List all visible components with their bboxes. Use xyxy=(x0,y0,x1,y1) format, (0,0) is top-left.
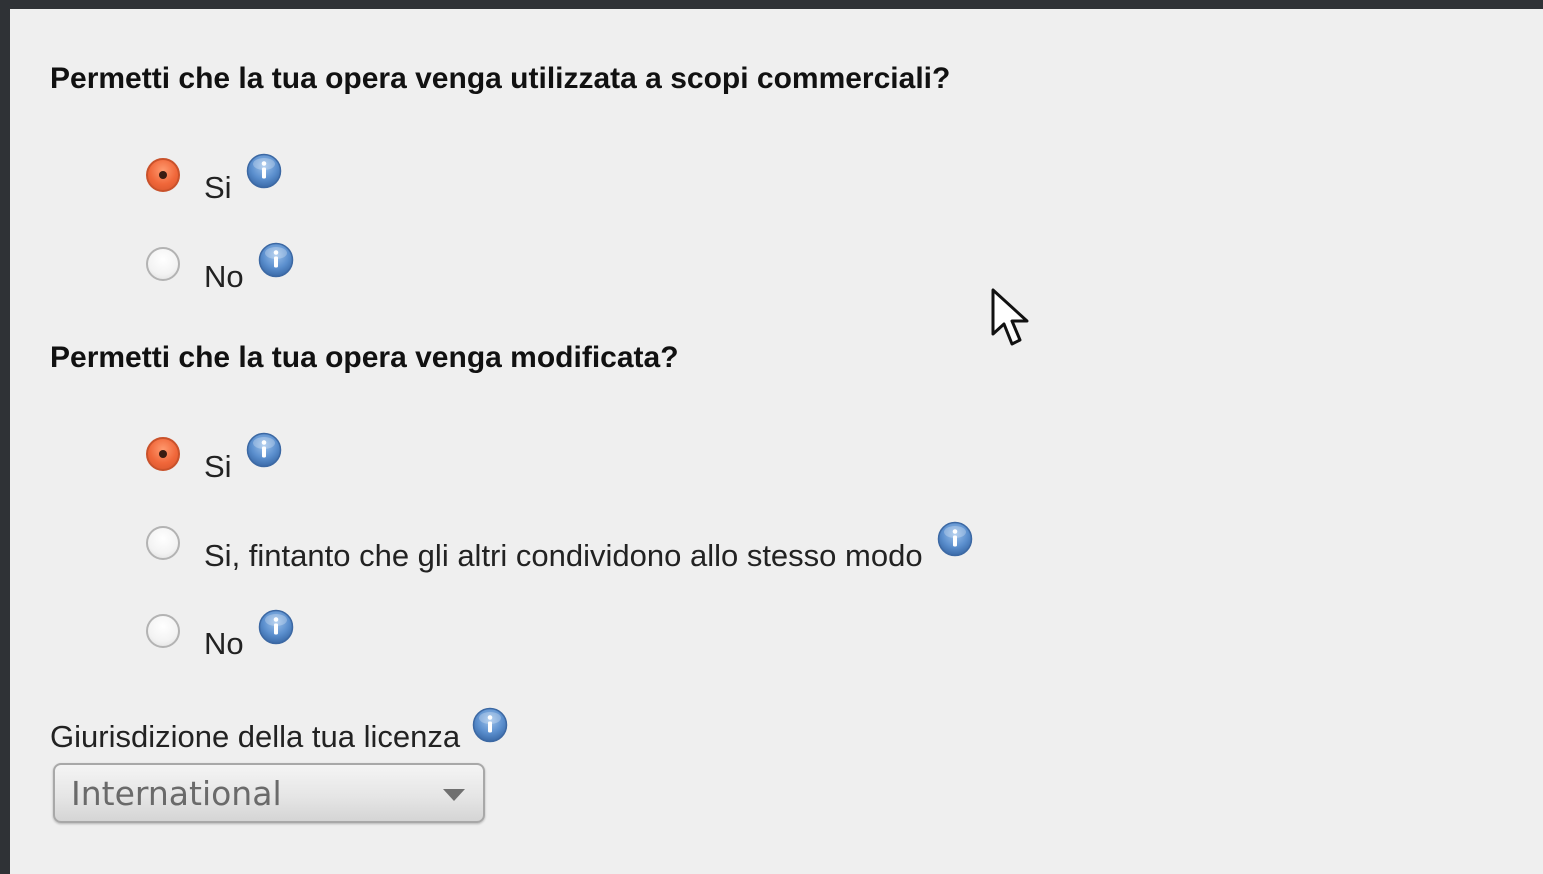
jurisdiction-select[interactable]: International xyxy=(53,763,485,823)
info-icon[interactable] xyxy=(258,242,294,278)
mouse-pointer-icon xyxy=(991,288,1029,346)
commercial-si-label[interactable]: Si xyxy=(204,166,232,210)
modify-option-si[interactable]: Si xyxy=(146,437,282,484)
commercial-use-question: Permetti che la tua opera venga utilizza… xyxy=(50,62,951,95)
info-icon[interactable] xyxy=(258,609,294,645)
modification-question: Permetti che la tua opera venga modifica… xyxy=(50,341,679,374)
commercial-no-radio[interactable] xyxy=(146,247,180,281)
modify-option-no[interactable]: No xyxy=(146,614,294,661)
commercial-option-no[interactable]: No xyxy=(146,247,294,294)
modify-no-radio[interactable] xyxy=(146,614,180,648)
info-icon[interactable] xyxy=(472,707,508,743)
commercial-option-si[interactable]: Si xyxy=(146,158,282,205)
modify-share-alike-radio[interactable] xyxy=(146,526,180,560)
jurisdiction-select-value[interactable]: International xyxy=(71,774,443,813)
modify-share-alike-label[interactable]: Si, fintanto che gli altri condividono a… xyxy=(204,534,923,578)
chevron-down-icon[interactable] xyxy=(443,789,465,801)
modify-si-radio[interactable] xyxy=(146,437,180,471)
info-icon[interactable] xyxy=(246,432,282,468)
modify-no-label[interactable]: No xyxy=(204,622,244,666)
modify-si-label[interactable]: Si xyxy=(204,445,232,489)
info-icon[interactable] xyxy=(937,521,973,557)
commercial-no-label[interactable]: No xyxy=(204,255,244,299)
jurisdiction-field: Giurisdizione della tua licenza xyxy=(50,709,508,755)
jurisdiction-label: Giurisdizione della tua licenza xyxy=(50,719,461,754)
commercial-si-radio[interactable] xyxy=(146,158,180,192)
modify-option-share-alike[interactable]: Si, fintanto che gli altri condividono a… xyxy=(146,526,973,573)
info-icon[interactable] xyxy=(246,153,282,189)
license-options-panel: Permetti che la tua opera venga utilizza… xyxy=(10,9,1543,874)
